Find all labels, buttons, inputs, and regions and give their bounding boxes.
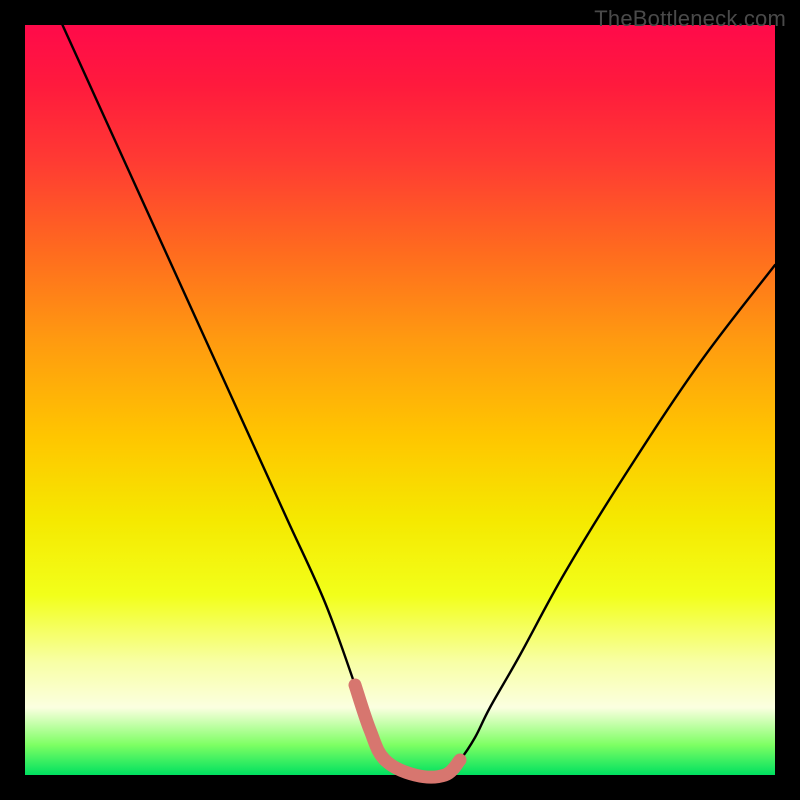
highlight-path: [355, 685, 460, 777]
chart-plot-area: [25, 25, 775, 775]
chart-svg: [25, 25, 775, 775]
chart-frame: TheBottleneck.com: [0, 0, 800, 800]
watermark-text: TheBottleneck.com: [594, 6, 786, 32]
main-curve-path: [63, 25, 776, 777]
